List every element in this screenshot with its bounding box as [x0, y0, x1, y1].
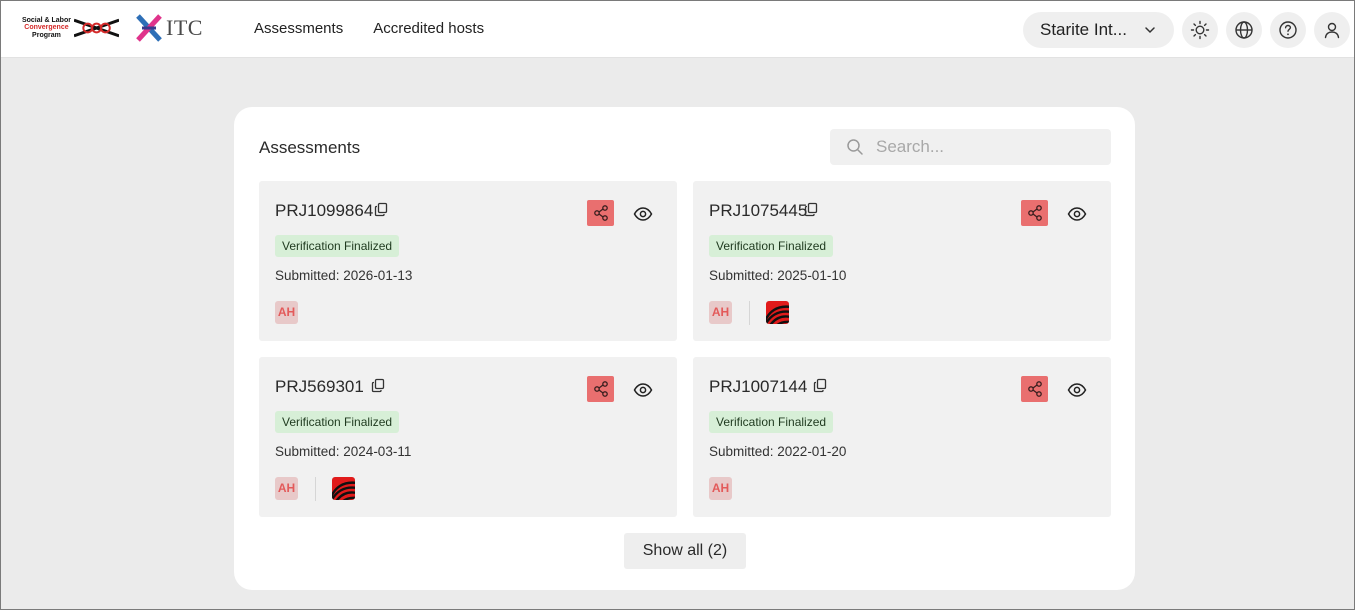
eye-icon[interactable] [633, 204, 653, 224]
share-icon [593, 381, 608, 397]
theme-toggle-button[interactable] [1182, 12, 1218, 48]
itc-logo[interactable]: ITC [136, 13, 212, 43]
assessment-card[interactable]: PRJ1075445 Verification Finalized Submit… [693, 181, 1111, 341]
show-all-button[interactable]: Show all (2) [624, 533, 746, 569]
user-icon [1324, 22, 1340, 39]
share-icon [1027, 381, 1042, 397]
copy-icon[interactable] [813, 378, 828, 393]
itc-mark-icon [136, 14, 162, 42]
top-bar: Social & Labor Convergence Program ITC A… [1, 1, 1354, 58]
avatar-divider [749, 301, 750, 325]
project-id: PRJ1075445 [709, 201, 808, 220]
status-badge: Verification Finalized [709, 235, 834, 257]
share-button[interactable] [1021, 376, 1048, 402]
share-icon [593, 205, 608, 221]
eye-icon[interactable] [1067, 204, 1087, 224]
avatar: AH [709, 477, 732, 500]
chevron-down-icon [1145, 27, 1155, 34]
avatar: AH [275, 301, 298, 324]
project-id: PRJ569301 [275, 377, 364, 396]
share-button[interactable] [587, 200, 614, 226]
host-logo-icon [766, 301, 789, 324]
search-box[interactable] [830, 129, 1111, 165]
submitted-date: Submitted: 2024-03-11 [275, 444, 412, 459]
eye-icon[interactable] [633, 380, 653, 400]
host-logo-icon [332, 477, 355, 500]
host-logo [332, 477, 355, 500]
host-logo [766, 301, 789, 324]
status-badge: Verification Finalized [275, 411, 400, 433]
project-id: PRJ1099864 [275, 201, 374, 220]
organization-select-value: Starite Int... [1040, 20, 1127, 39]
assessment-card[interactable]: PRJ1099864 Verification Finalized Submit… [259, 181, 677, 341]
slcp-logo-text: Social & Labor Convergence Program [21, 16, 71, 39]
slcp-logo[interactable]: Social & Labor Convergence Program [19, 14, 119, 42]
submitted-date: Submitted: 2025-01-10 [709, 268, 847, 283]
itc-logo-text: ITC [166, 15, 203, 40]
copy-icon[interactable] [374, 202, 389, 217]
globe-icon [1235, 21, 1253, 39]
share-button[interactable] [1021, 200, 1048, 226]
share-button[interactable] [587, 376, 614, 402]
copy-icon[interactable] [371, 378, 386, 393]
organization-select[interactable]: Starite Int... [1023, 12, 1174, 48]
user-menu-button[interactable] [1314, 12, 1350, 48]
help-button[interactable] [1270, 12, 1306, 48]
avatar-divider [315, 477, 316, 501]
status-badge: Verification Finalized [709, 411, 834, 433]
submitted-date: Submitted: 2022-01-20 [709, 444, 847, 459]
search-input[interactable] [876, 129, 1101, 165]
help-icon [1279, 21, 1297, 39]
status-badge: Verification Finalized [275, 235, 400, 257]
nav-accredited-hosts[interactable]: Accredited hosts [373, 20, 484, 38]
project-id: PRJ1007144 [709, 377, 808, 396]
assessment-card[interactable]: PRJ569301 Verification Finalized Submitt… [259, 357, 677, 517]
panel-title: Assessments [259, 138, 361, 157]
avatar: AH [709, 301, 732, 324]
sun-icon [1190, 20, 1210, 40]
avatar: AH [275, 477, 298, 500]
main-nav: Assessments Accredited hosts [254, 20, 484, 38]
search-icon [847, 139, 863, 155]
nav-assessments[interactable]: Assessments [254, 20, 343, 38]
assessments-panel: Assessments PRJ1099864 Verificat [234, 107, 1135, 590]
language-button[interactable] [1226, 12, 1262, 48]
eye-icon[interactable] [1067, 380, 1087, 400]
submitted-date: Submitted: 2026-01-13 [275, 268, 413, 283]
share-icon [1027, 205, 1042, 221]
slcp-mark-icon [73, 18, 119, 38]
copy-icon[interactable] [804, 202, 819, 217]
assessment-card[interactable]: PRJ1007144 Verification Finalized Submit… [693, 357, 1111, 517]
